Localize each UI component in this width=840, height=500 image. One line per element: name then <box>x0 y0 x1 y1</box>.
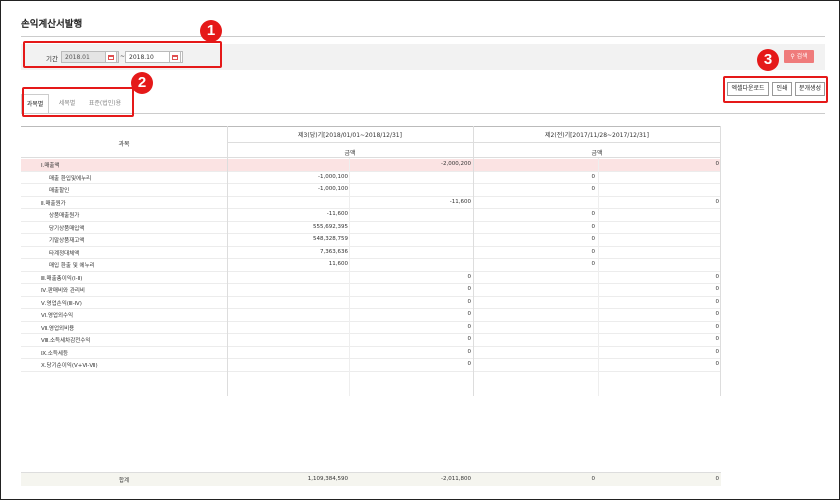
current-total-amount: 0 <box>467 323 472 330</box>
account-label: 기말상품재고액 <box>49 238 85 244</box>
account-label: Ⅹ.당기순이익(Ⅴ+Ⅵ-Ⅶ) <box>41 363 98 369</box>
column-divider <box>720 126 721 396</box>
column-divider <box>349 158 350 396</box>
current-total-amount: -2,000,200 <box>441 161 471 167</box>
account-label: Ⅲ.매출총이익(Ⅰ-Ⅱ) <box>41 275 83 282</box>
header-divider <box>227 142 721 143</box>
account-label: Ⅰ.매출액 <box>41 163 60 169</box>
search-button-label: 검색 <box>796 53 808 60</box>
total-current-detail: 1,109,384,590 <box>307 476 348 482</box>
prior-total-amount: 0 <box>715 273 720 280</box>
table-row[interactable]: Ⅵ.영업외수익 0 0 <box>21 309 721 322</box>
current-detail-amount: 548,328,759 <box>313 236 348 242</box>
total-prior-detail: 0 <box>591 476 596 482</box>
current-total-amount: 0 <box>467 348 472 355</box>
table-row[interactable]: Ⅱ.매출원가 -11,600 0 <box>21 197 721 209</box>
prior-detail-amount: 0 <box>591 186 596 192</box>
table-row[interactable]: Ⅸ.소득세등 0 0 <box>21 347 721 359</box>
column-divider <box>598 158 599 396</box>
search-button[interactable]: ⚲ 검색 <box>784 50 814 63</box>
total-row: 합계 1,109,384,590 -2,011,800 0 0 <box>21 472 721 486</box>
account-label: Ⅵ.영업외수익 <box>41 313 74 319</box>
subject-header: 과목 <box>118 141 130 148</box>
prior-detail-amount: 0 <box>591 236 596 242</box>
page-title: 손익계산서발행 <box>21 19 83 30</box>
table-row[interactable]: 매입 환출 및 에누리 11,600 0 <box>21 259 721 272</box>
column-divider <box>227 126 228 396</box>
account-label: Ⅸ.소득세등 <box>41 350 69 357</box>
current-total-amount: -11,600 <box>449 198 471 205</box>
callout-badge-2: 2 <box>131 72 153 94</box>
current-detail-amount: 7,363,636 <box>320 248 348 255</box>
callout-box-tabs <box>22 87 134 117</box>
table-row[interactable]: Ⅴ.영업손익(Ⅲ-Ⅳ) 0 0 <box>21 297 721 309</box>
account-label: 매출할인 <box>49 188 70 194</box>
callout-box-actions <box>723 76 828 103</box>
table-row[interactable]: 기말상품재고액 548,328,759 0 <box>21 234 721 247</box>
table-row[interactable]: Ⅹ.당기순이익(Ⅴ+Ⅵ-Ⅶ) 0 0 <box>21 359 721 372</box>
table-row[interactable]: Ⅶ.영업외비용 0 0 <box>21 322 721 334</box>
account-label: Ⅶ.영업외비용 <box>41 325 75 332</box>
prior-total-amount: 0 <box>715 198 720 205</box>
search-icon: ⚲ <box>790 53 795 60</box>
prior-detail-amount: 0 <box>591 211 596 217</box>
current-total-amount: 0 <box>467 273 472 280</box>
account-label: 타계정대체액 <box>49 250 80 257</box>
current-total-amount: 0 <box>467 336 472 342</box>
current-total-amount: 0 <box>467 286 472 292</box>
table-row[interactable]: 상품매출원가 -11,600 0 <box>21 209 721 222</box>
prior-detail-amount: 0 <box>591 223 596 230</box>
table-row[interactable]: Ⅲ.매출총이익(Ⅰ-Ⅱ) 0 0 <box>21 272 721 284</box>
table-header: 과목 제3(당)기[2018/01/01~2018/12/31] 제2(전)기[… <box>21 126 721 158</box>
prior-detail-amount: 0 <box>591 173 596 180</box>
column-divider <box>473 126 474 396</box>
table-row[interactable]: Ⅰ.매출액 -2,000,200 0 <box>21 159 721 172</box>
prior-period-header: 제2(전)기[2017/11/28~2017/12/31] <box>545 132 649 139</box>
current-total-amount: 0 <box>467 311 472 317</box>
callout-badge-1: 1 <box>200 20 222 42</box>
account-label: Ⅷ.소득세차감전수익 <box>41 338 91 344</box>
prior-detail-amount: 0 <box>591 261 596 267</box>
account-label: 상품매출원가 <box>49 213 80 219</box>
account-label: 매입 환출 및 에누리 <box>49 263 95 269</box>
table-row[interactable]: 타계정대체액 7,363,636 0 <box>21 247 721 259</box>
title-divider <box>21 36 825 37</box>
account-label: 매출 환입및에누리 <box>49 175 92 182</box>
current-period-header: 제3(당)기[2018/01/01~2018/12/31] <box>298 132 402 139</box>
prior-total-amount: 0 <box>715 286 720 292</box>
table-row[interactable]: Ⅷ.소득세차감전수익 0 0 <box>21 334 721 347</box>
current-total-amount: 0 <box>467 298 472 305</box>
prior-amount-header: 금액 <box>591 150 603 157</box>
table-row[interactable]: 매출할인 -1,000,100 0 <box>21 184 721 197</box>
account-label: Ⅳ.판매비와 관리비 <box>41 288 85 294</box>
current-detail-amount: 11,600 <box>328 261 348 267</box>
account-label: Ⅴ.영업손익(Ⅲ-Ⅳ) <box>41 300 82 307</box>
tab-divider <box>21 113 825 114</box>
prior-total-amount: 0 <box>715 298 720 305</box>
current-detail-amount: -11,600 <box>326 211 348 217</box>
current-total-amount: 0 <box>467 361 472 367</box>
prior-total-amount: 0 <box>715 323 720 330</box>
current-detail-amount: 555,692,395 <box>313 223 348 230</box>
account-label: Ⅱ.매출원가 <box>41 200 66 207</box>
callout-badge-3: 3 <box>757 49 779 71</box>
prior-total-amount: 0 <box>715 161 720 167</box>
total-prior-amount: 0 <box>715 476 720 482</box>
table-row[interactable]: 매출 환입및에누리 -1,000,100 0 <box>21 172 721 184</box>
table-row[interactable]: Ⅳ.판매비와 관리비 0 0 <box>21 284 721 297</box>
app-window: 손익계산서발행 기간 2018.01 ~ 2018.10 ⚲ 검색 과목별 세목… <box>0 0 840 500</box>
total-current-amount: -2,011,800 <box>441 476 471 482</box>
prior-total-amount: 0 <box>715 361 720 367</box>
current-detail-amount: -1,000,100 <box>318 186 348 192</box>
current-detail-amount: -1,000,100 <box>318 173 348 180</box>
total-label: 합계 <box>119 478 130 484</box>
account-label: 당기상품매입액 <box>49 225 85 232</box>
prior-total-amount: 0 <box>715 311 720 317</box>
prior-total-amount: 0 <box>715 348 720 355</box>
callout-box-period <box>23 41 222 68</box>
table-row[interactable]: 당기상품매입액 555,692,395 0 <box>21 222 721 234</box>
prior-detail-amount: 0 <box>591 248 596 255</box>
current-amount-header: 금액 <box>344 150 356 157</box>
prior-total-amount: 0 <box>715 336 720 342</box>
